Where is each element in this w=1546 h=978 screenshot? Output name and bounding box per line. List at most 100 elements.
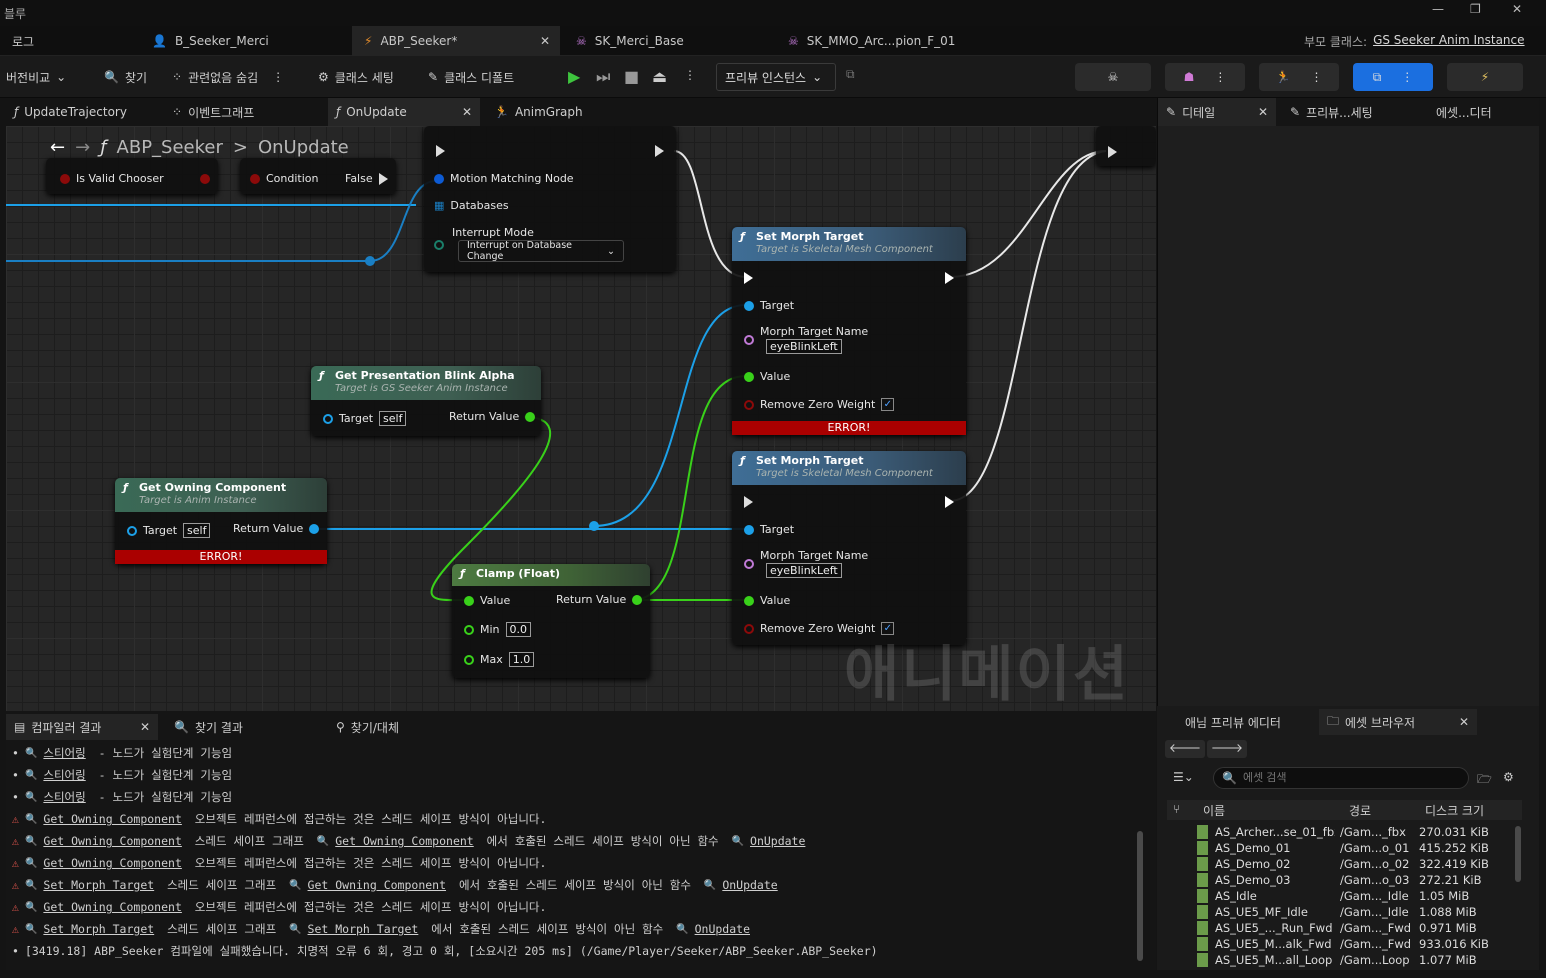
asset-search-field[interactable]: 🔍 <box>1213 767 1469 789</box>
close-tab-icon[interactable]: ✕ <box>462 105 472 119</box>
is-valid-chooser-pin[interactable]: Is Valid Chooser <box>60 172 164 185</box>
remove-zero-weight-pin[interactable]: Remove Zero Weight ✓ <box>744 398 895 411</box>
diff-dropdown[interactable]: 버전비교 ⌄ <box>6 64 66 90</box>
clamp-float-node[interactable]: ƒ Clamp (Float) Value Return Value Min 0.0… <box>452 564 650 678</box>
asset-row[interactable]: AS_Idle/Gam..._Idle 1.05 MiB <box>1167 888 1512 904</box>
log-link[interactable]: Get Owning Component <box>43 856 181 870</box>
min-field[interactable]: 0.0 <box>505 622 532 637</box>
tab-b-seeker-merci[interactable]: 👤 B_Seeker_Merci <box>140 26 281 56</box>
more-options-icon[interactable]: ⋮ <box>272 70 284 84</box>
blueprint-mode-button[interactable]: ⧉ ⋮ <box>1353 63 1433 91</box>
tab-asset-browser[interactable]: 🗀 에셋 브라우저 ✕ <box>1319 709 1477 735</box>
is-valid-node[interactable]: Is Valid Chooser <box>46 158 218 194</box>
morph-name-field[interactable]: eyeBlinkLeft <box>766 563 842 578</box>
databases-pin[interactable]: ▦ Databases <box>434 199 509 212</box>
condition-pin[interactable]: Condition <box>250 172 319 185</box>
minimize-icon[interactable]: — <box>1432 2 1444 16</box>
animation-mode-button[interactable]: 🏃 ⋮ <box>1259 63 1339 91</box>
morph-name-pin[interactable] <box>744 335 754 345</box>
asset-row[interactable]: AS_UE5_M...all_Loop/Gam...Loop 1.077 MiB <box>1167 952 1512 968</box>
mesh-mode-button[interactable]: ☗ ⋮ <box>1165 63 1245 91</box>
column-disk-size[interactable]: 디스크 크기 <box>1425 802 1484 819</box>
tab-log[interactable]: 로그 <box>0 26 46 56</box>
max-pin[interactable]: Max 1.0 <box>464 652 535 667</box>
more-options-icon[interactable]: ⋮ <box>1401 70 1413 84</box>
self-field[interactable]: self <box>183 523 211 538</box>
forward-arrow-icon[interactable]: → <box>75 137 90 158</box>
return-value-pin[interactable]: Return Value <box>556 593 643 606</box>
more-options-icon[interactable]: ⋮ <box>684 68 696 82</box>
close-window-icon[interactable]: ✕ <box>1512 2 1522 16</box>
close-tab-icon[interactable]: ✕ <box>540 34 550 48</box>
graph-canvas[interactable]: Is Valid Chooser Condition False ← → ƒ A… <box>6 126 1156 711</box>
log-link[interactable]: Get Owning Component <box>335 834 473 848</box>
tab-anim-preview-editor[interactable]: 애님 프리뷰 에디터 <box>1177 709 1289 735</box>
target-pin[interactable]: Target self <box>323 411 407 426</box>
tab-preview-settings[interactable]: ✎ 프리뷰...세팅 <box>1282 98 1381 126</box>
class-settings-button[interactable]: ⚙ 클래스 세팅 <box>318 64 394 90</box>
asset-scrollbar[interactable] <box>1515 826 1521 882</box>
tab-asset-details[interactable]: 에셋...디터 <box>1428 98 1500 126</box>
self-field[interactable]: self <box>379 411 407 426</box>
asset-search-input[interactable] <box>1242 772 1443 784</box>
set-morph-target-node-1[interactable]: ƒ Set Morph Target Target is Skeletal Mesh… <box>732 227 966 435</box>
asset-row[interactable]: AS_UE5_MF_Idle/Gam..._Idle 1.088 MiB <box>1167 904 1512 920</box>
play-icon[interactable]: ▶ <box>568 67 580 86</box>
asset-row[interactable]: AS_Archer...se_01_fbx/Gam..._fbx 270.031 … <box>1167 824 1512 840</box>
morph-name-pin[interactable] <box>744 559 754 569</box>
checkbox-checked[interactable]: ✓ <box>881 398 895 411</box>
asset-row[interactable]: AS_UE5_..._Run_Fwd/Gam..._Fwd 0.971 MiB <box>1167 920 1512 936</box>
log-link[interactable]: Set Morph Target <box>308 922 419 936</box>
eject-icon[interactable]: ⏏ <box>652 67 667 86</box>
close-tab-icon[interactable]: ✕ <box>1459 715 1469 729</box>
tab-event-graph[interactable]: ⁘ 이벤트그래프 <box>164 98 262 126</box>
target-pin[interactable]: Target <box>744 523 794 536</box>
gear-icon[interactable]: ⚙ <box>1503 770 1514 784</box>
hide-unrelated-button[interactable]: ⁘ 관련없음 숨김 ⋮ <box>172 64 284 90</box>
stop-icon[interactable]: ■ <box>624 67 639 86</box>
close-tab-icon[interactable]: ✕ <box>1258 105 1268 119</box>
folder-icon[interactable]: 🗁 <box>1477 770 1492 791</box>
return-node[interactable] <box>1096 126 1156 166</box>
log-scrollbar[interactable] <box>1137 831 1143 961</box>
parent-class-link[interactable]: GS Seeker Anim Instance <box>1373 33 1524 50</box>
log-link[interactable]: Get Owning Component <box>43 834 181 848</box>
false-pin[interactable]: False <box>345 172 388 185</box>
output-pin[interactable] <box>200 174 210 184</box>
max-field[interactable]: 1.0 <box>508 652 535 667</box>
tab-anim-graph[interactable]: 🏃 AnimGraph <box>486 98 591 126</box>
interrupt-mode-combo[interactable]: Interrupt on Database Change ⌄ <box>458 240 624 262</box>
log-link[interactable]: OnUpdate <box>695 922 750 936</box>
exec-out-pin[interactable] <box>945 496 954 508</box>
get-blink-alpha-node[interactable]: ƒ Get Presentation Blink Alpha Target is G… <box>311 366 541 436</box>
forward-arrow-icon[interactable]: 🡒 <box>1207 740 1247 758</box>
log-link[interactable]: Set Morph Target <box>43 922 154 936</box>
asset-row[interactable]: AS_Demo_02/Gam...o_02 322.419 KiB <box>1167 856 1512 872</box>
physics-mode-button[interactable]: ⚡ <box>1447 63 1523 91</box>
asset-row[interactable]: AS_Demo_03/Gam...o_03 272.21 KiB <box>1167 872 1512 888</box>
exec-in-pin[interactable] <box>744 272 753 284</box>
log-link[interactable]: 스티어링 <box>43 745 85 761</box>
more-options-icon[interactable]: ⋮ <box>1214 70 1226 84</box>
tab-find-replace[interactable]: ⚲ 찾기/대체 <box>328 714 407 740</box>
find-button[interactable]: 🔍 찾기 <box>104 64 147 90</box>
motion-matching-node[interactable]: Motion Matching Node ▦ Databases Interrup… <box>424 126 676 272</box>
exec-in-pin[interactable] <box>1108 146 1117 158</box>
log-link[interactable]: Get Owning Component <box>43 900 181 914</box>
column-name[interactable]: 이름 <box>1203 802 1225 819</box>
tab-find-results[interactable]: 🔍 찾기 결과 <box>166 714 251 740</box>
exec-in-pin[interactable] <box>436 145 445 157</box>
return-value-pin[interactable]: Return Value <box>449 410 536 423</box>
target-pin[interactable]: Target <box>744 299 794 312</box>
tab-sk-mmo[interactable]: ☠ SK_MMO_Arc...pion_F_01 <box>776 26 967 56</box>
filter-icon[interactable]: ☰⌄ <box>1173 770 1194 784</box>
exec-in-pin[interactable] <box>744 496 753 508</box>
value-pin[interactable]: Value <box>744 594 790 607</box>
class-defaults-button[interactable]: ✎ 클래스 디폴트 <box>428 64 514 90</box>
set-morph-target-node-2[interactable]: ƒ Set Morph Target Target is Skeletal Mesh… <box>732 451 966 645</box>
morph-name-field[interactable]: eyeBlinkLeft <box>766 339 842 354</box>
log-link[interactable]: Get Owning Component <box>43 812 181 826</box>
exec-out-pin[interactable] <box>945 272 954 284</box>
tab-details[interactable]: ✎ 디테일 ✕ <box>1158 98 1276 126</box>
tab-compiler-results[interactable]: ▤ 컴파일러 결과 ✕ <box>6 714 158 740</box>
